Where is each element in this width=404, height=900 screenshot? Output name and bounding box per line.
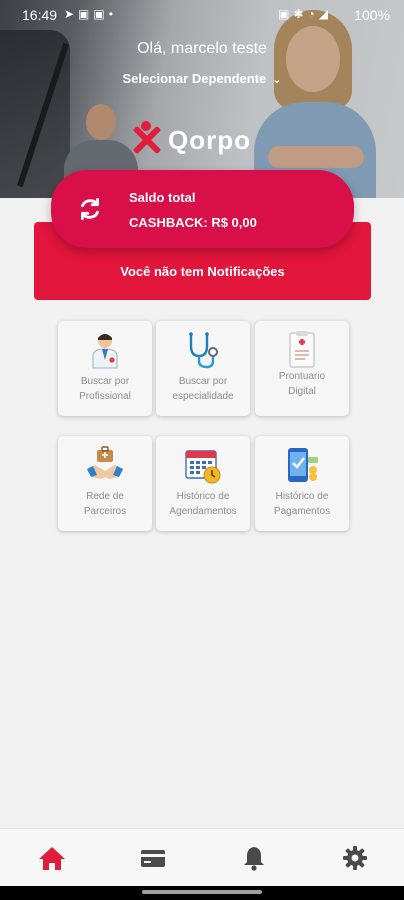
medical-record-icon xyxy=(289,331,315,368)
gesture-bar xyxy=(0,886,404,900)
status-bar: 16:49 ➤▣▣• ▣✱◔◢ 100% xyxy=(0,6,404,26)
stethoscope-icon xyxy=(189,332,218,369)
tile-label: Rede de Parceiros xyxy=(83,491,127,517)
battery-level: 100% xyxy=(354,7,390,23)
handshake-icon xyxy=(87,446,123,479)
calendar-clock-icon xyxy=(185,450,221,484)
phone-payment-icon xyxy=(288,448,318,482)
tile-label: Buscar por especialidade xyxy=(172,376,234,402)
tile-digital-record[interactable]: Prontuario Digital xyxy=(255,321,349,416)
card-icon[interactable] xyxy=(139,845,167,871)
tile-partner-network[interactable]: Rede de Parceiros xyxy=(58,436,152,531)
tile-label: Prontuario Digital xyxy=(278,371,326,397)
tile-payment-history[interactable]: Histórico de Pagamentos xyxy=(255,436,349,531)
balance-card[interactable]: Saldo total CASHBACK: R$ 0,00 xyxy=(51,170,354,248)
tile-label: Histórico de Pagamentos xyxy=(273,491,331,517)
bell-icon[interactable] xyxy=(240,845,268,871)
cashback-value: CASHBACK: R$ 0,00 xyxy=(129,215,257,230)
refresh-icon[interactable] xyxy=(77,196,103,222)
tile-search-specialty[interactable]: Buscar por especialidade xyxy=(156,321,250,416)
bottom-navigation xyxy=(0,828,404,886)
doctor-icon xyxy=(92,334,118,369)
notifications-message: Você não tem Notificações xyxy=(120,264,285,279)
status-time: 16:49 xyxy=(22,7,58,23)
greeting-text: Olá, marcelo teste xyxy=(137,40,267,57)
dependent-selector[interactable]: Selecionar Dependente ⌄ xyxy=(0,71,404,86)
logo-mark-icon xyxy=(128,121,164,159)
gear-icon[interactable] xyxy=(341,845,369,871)
tile-search-professional[interactable]: Buscar por Profissional xyxy=(58,321,152,416)
logo-text: Qorpo xyxy=(168,124,251,155)
home-indicator[interactable] xyxy=(142,890,262,894)
balance-title: Saldo total xyxy=(129,190,196,205)
tile-label: Buscar por Profissional xyxy=(79,376,131,402)
app-logo: Qorpo xyxy=(128,120,251,160)
home-icon[interactable] xyxy=(38,845,66,871)
tile-appointment-history[interactable]: Histórico de Agendamentos xyxy=(156,436,250,531)
system-icons: ▣✱◔◢ xyxy=(278,7,332,21)
chevron-down-icon: ⌄ xyxy=(272,74,282,86)
notification-icons: ➤▣▣• xyxy=(64,7,117,21)
header-banner xyxy=(0,0,404,198)
dependent-selector-label: Selecionar Dependente xyxy=(122,71,267,86)
tile-label: Histórico de Agendamentos xyxy=(169,491,237,517)
